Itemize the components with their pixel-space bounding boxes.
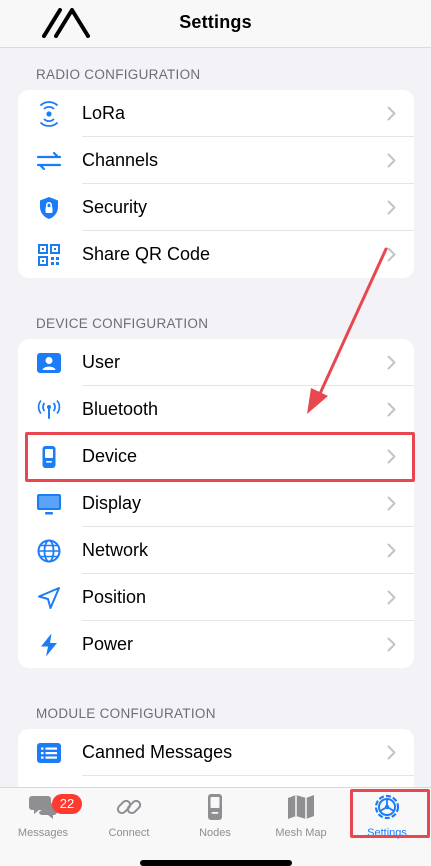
chevron-right-icon: [387, 496, 396, 511]
chevron-right-icon: [387, 355, 396, 370]
unread-badge: 22: [52, 794, 82, 814]
device-config-group: User Bluetooth Device Display Network Po…: [18, 339, 414, 668]
navigation-bar: Settings: [0, 0, 431, 48]
tab-label: Settings: [367, 827, 407, 839]
settings-row-display[interactable]: Display: [18, 480, 414, 527]
chevron-right-icon: [387, 106, 396, 121]
link-icon: [116, 799, 142, 815]
module-config-group: Canned Messages: [18, 729, 414, 787]
display-icon: [36, 491, 62, 517]
section-header-module: MODULE CONFIGURATION: [36, 706, 216, 721]
chevron-right-icon: [387, 153, 396, 168]
gear-icon: [374, 794, 400, 820]
tab-messages[interactable]: 22 Messages: [0, 792, 86, 839]
settings-row-position[interactable]: Position: [18, 574, 414, 621]
map-icon: [288, 795, 314, 819]
settings-row-security[interactable]: Security: [18, 184, 414, 231]
settings-row-label: LoRa: [82, 103, 126, 123]
qr-code-icon: [36, 242, 62, 268]
tab-settings[interactable]: Settings: [344, 792, 430, 839]
channels-arrows-icon: [36, 148, 62, 174]
page-title: Settings: [179, 12, 252, 32]
settings-row-network[interactable]: Network: [18, 527, 414, 574]
lora-signal-icon: [36, 101, 62, 127]
settings-row-label: Share QR Code: [82, 244, 211, 264]
settings-row-label: Channels: [82, 150, 159, 170]
chevron-right-icon: [387, 590, 396, 605]
globe-network-icon: [36, 538, 62, 564]
settings-row-label: Bluetooth: [82, 399, 159, 419]
settings-row-channels[interactable]: Channels: [18, 137, 414, 184]
chevron-right-icon: [387, 449, 396, 464]
tab-mesh-map[interactable]: Mesh Map: [258, 792, 344, 839]
home-indicator: [140, 860, 292, 866]
settings-row-lora[interactable]: LoRa: [18, 90, 414, 137]
settings-row-canned-messages[interactable]: Canned Messages: [18, 729, 414, 776]
list-icon: [36, 740, 62, 766]
settings-row-label: User: [82, 352, 121, 372]
section-header-radio: RADIO CONFIGURATION: [36, 67, 201, 82]
location-arrow-icon: [36, 585, 62, 611]
device-icon: [208, 794, 222, 820]
section-header-device: DEVICE CONFIGURATION: [36, 316, 209, 331]
chevron-right-icon: [387, 745, 396, 760]
settings-row-label: Power: [82, 634, 134, 654]
bolt-icon: [36, 632, 62, 658]
settings-row-label: Network: [82, 540, 149, 560]
settings-row-label: Device: [82, 446, 138, 466]
settings-row-bluetooth[interactable]: Bluetooth: [18, 386, 414, 433]
tab-nodes[interactable]: Nodes: [172, 792, 258, 839]
chevron-right-icon: [387, 200, 396, 215]
settings-row-label: Security: [82, 197, 148, 217]
handheld-device-icon: [36, 444, 62, 470]
chevron-right-icon: [387, 247, 396, 262]
settings-row-label: Position: [82, 587, 147, 607]
settings-row-device[interactable]: Device: [18, 433, 414, 480]
row-divider: [82, 775, 414, 776]
settings-row-label: Display: [82, 493, 142, 513]
settings-row-power[interactable]: Power: [18, 621, 414, 668]
radio-config-group: LoRa Channels Security Share QR Code: [18, 90, 414, 278]
tab-label: Messages: [17, 827, 69, 839]
settings-row-share-qr-code[interactable]: Share QR Code: [18, 231, 414, 278]
tab-label: Nodes: [199, 827, 231, 839]
tab-bar: 22 Messages Connect Nodes Mesh Map Setti…: [0, 787, 431, 866]
lock-shield-icon: [36, 195, 62, 221]
chevron-right-icon: [387, 637, 396, 652]
tab-connect[interactable]: Connect: [86, 792, 172, 839]
chevron-right-icon: [387, 543, 396, 558]
chevron-right-icon: [387, 402, 396, 417]
user-card-icon: [36, 350, 62, 376]
settings-row-label: Canned Messages: [82, 742, 233, 762]
settings-row-user[interactable]: User: [18, 339, 414, 386]
tab-label: Connect: [108, 827, 150, 839]
bluetooth-antenna-icon: [36, 397, 62, 423]
tab-label: Mesh Map: [275, 827, 327, 839]
